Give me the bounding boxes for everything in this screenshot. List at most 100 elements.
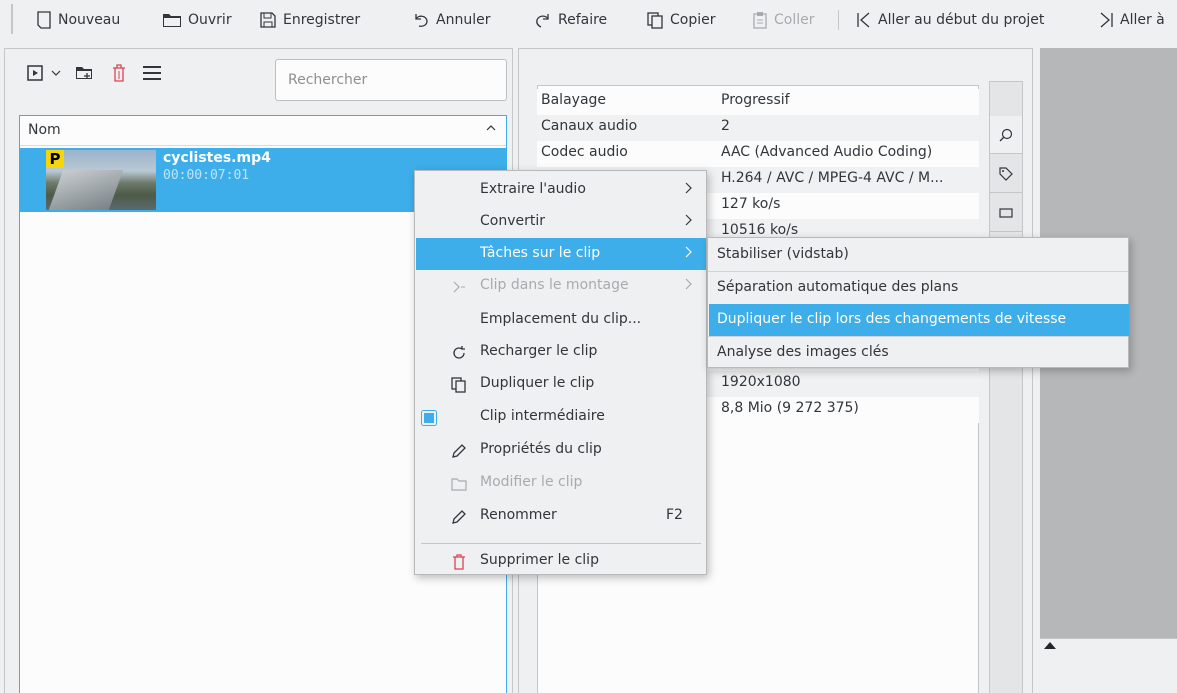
- menu-item-label: Dupliquer le clip: [480, 375, 595, 391]
- tag-icon: [999, 166, 1013, 181]
- menu-item-label: Emplacement du clip...: [480, 311, 642, 327]
- delete-clip-button[interactable]: [109, 62, 129, 84]
- tab-file-info[interactable]: [990, 116, 1022, 154]
- save-button[interactable]: Enregistrer: [259, 8, 360, 32]
- submenu-item-label: Séparation automatique des plans: [717, 279, 959, 295]
- submenu-item-label: Stabiliser (vidstab): [717, 246, 849, 262]
- new-document-icon: [37, 11, 51, 29]
- column-header-name[interactable]: Nom: [20, 116, 506, 146]
- menu-item-label: Modifier le clip: [480, 474, 583, 490]
- open-button[interactable]: Ouvrir: [162, 8, 232, 32]
- menu-item-duplicate-clip[interactable]: Dupliquer le clip: [416, 368, 706, 400]
- property-value: 10516 ko/s: [721, 222, 799, 238]
- property-value: H.264 / AVC / MPEG-4 AVC / M...: [721, 170, 944, 186]
- chevron-down-icon: [51, 70, 61, 76]
- menu-item-label: Extraire l'audio: [480, 181, 586, 197]
- menu-item-shortcut: F2: [666, 507, 683, 523]
- new-button-label: Nouveau: [58, 12, 121, 28]
- chevron-right-icon: [685, 246, 692, 258]
- go-end-icon: [1100, 12, 1113, 28]
- submenu-item-stabilize[interactable]: Stabiliser (vidstab): [709, 239, 1129, 271]
- go-to-end-label: Aller à: [1120, 12, 1165, 28]
- redo-icon: [536, 14, 549, 28]
- menu-item-clip-properties[interactable]: Propriétés du clip: [416, 434, 706, 466]
- property-value: 1920x1080: [721, 374, 801, 390]
- submenu-item-keyframe-analysis[interactable]: Analyse des images clés: [709, 337, 1129, 369]
- undo-button[interactable]: Annuler: [412, 8, 490, 32]
- checkbox-checked-icon: [420, 409, 438, 427]
- clip-duration: 00:00:07:01: [163, 168, 250, 183]
- menu-item-label: Renommer: [480, 507, 557, 523]
- copy-icon: [647, 12, 663, 29]
- menu-item-rename[interactable]: Renommer F2: [416, 500, 706, 532]
- menu-item-delete-clip[interactable]: Supprimer le clip: [416, 545, 706, 577]
- playhead-marker[interactable]: [1044, 642, 1056, 649]
- menu-item-label: Clip dans le montage: [480, 277, 629, 293]
- bin-menu-button[interactable]: [141, 63, 163, 83]
- go-to-end-button[interactable]: Aller à: [1098, 8, 1165, 32]
- paste-button[interactable]: Coller: [752, 8, 815, 32]
- clip-name: cyclistes.mp4: [163, 150, 271, 166]
- menu-item-convert[interactable]: Convertir: [416, 206, 706, 238]
- property-key: Codec audio: [541, 144, 628, 160]
- monitor-ruler[interactable]: [1040, 638, 1177, 693]
- property-row: Codec audio AAC (Advanced Audio Coding): [537, 141, 979, 167]
- submenu-item-label: Analyse des images clés: [717, 344, 889, 360]
- add-folder-button[interactable]: [73, 63, 95, 83]
- open-button-label: Ouvrir: [188, 12, 232, 28]
- copy-button[interactable]: Copier: [646, 8, 716, 32]
- main-toolbar: Nouveau Ouvrir Enregistrer Annuler Refai…: [0, 0, 1177, 38]
- pencil-icon: [450, 442, 468, 460]
- menu-item-clip-location[interactable]: Emplacement du clip...: [416, 304, 706, 336]
- menu-separator: [421, 543, 701, 544]
- undo-button-label: Annuler: [436, 12, 491, 28]
- menu-item-label: Propriétés du clip: [480, 441, 602, 457]
- redo-button-label: Refaire: [558, 12, 608, 28]
- folder-open-icon: [163, 14, 181, 27]
- copy-button-label: Copier: [670, 12, 716, 28]
- go-to-start-button[interactable]: Aller au début du projet: [856, 8, 1044, 32]
- menu-item-edit-clip[interactable]: Modifier le clip: [416, 467, 706, 499]
- clip-context-menu: Extraire l'audio Convertir Tâches sur le…: [414, 170, 707, 575]
- reload-icon: [450, 344, 468, 362]
- property-row: Balayage Progressif: [537, 89, 979, 115]
- bin-search-input[interactable]: Rechercher: [275, 59, 507, 101]
- redo-button[interactable]: Refaire: [534, 8, 607, 32]
- search-icon: [999, 128, 1013, 141]
- menu-item-reload-clip[interactable]: Recharger le clip: [416, 336, 706, 368]
- folder-icon: [450, 475, 468, 493]
- clip-thumbnail: P: [46, 150, 156, 210]
- sort-chevron-up-icon: [486, 125, 496, 131]
- property-row: Canaux audio 2: [537, 115, 979, 141]
- menu-item-label: Recharger le clip: [480, 343, 598, 359]
- save-button-label: Enregistrer: [283, 12, 361, 28]
- property-value: 8,8 Mio (9 272 375): [721, 400, 859, 416]
- paste-icon: [753, 12, 767, 29]
- submenu-item-label: Dupliquer le clip lors des changements d…: [717, 311, 1067, 327]
- chevron-right-icon: [685, 182, 692, 194]
- menu-item-proxy-clip[interactable]: Clip intermédiaire: [416, 401, 706, 433]
- submenu-item-speed-duplicate[interactable]: Dupliquer le clip lors des changements d…: [709, 304, 1129, 336]
- menu-item-clip-jobs[interactable]: Tâches sur le clip: [416, 238, 706, 270]
- add-clip-menu-button[interactable]: [25, 63, 45, 83]
- new-button[interactable]: Nouveau: [36, 8, 120, 32]
- menu-item-clip-in-timeline[interactable]: Clip dans le montage: [416, 270, 706, 302]
- rectangle-icon: [999, 207, 1013, 218]
- toolbar-grip[interactable]: [11, 4, 13, 34]
- clip-jobs-submenu: Stabiliser (vidstab) Séparation automati…: [707, 237, 1129, 368]
- property-value: 2: [721, 118, 730, 134]
- tab-frame[interactable]: [990, 194, 1022, 232]
- add-clip-icon: [27, 65, 43, 81]
- tab-markers[interactable]: [990, 155, 1022, 193]
- add-clip-dropdown[interactable]: [49, 65, 63, 81]
- chevron-right-icon: [685, 214, 692, 226]
- go-start-icon: [857, 12, 870, 28]
- save-icon: [260, 12, 276, 28]
- menu-item-label: Supprimer le clip: [480, 552, 599, 568]
- submenu-item-scene-split[interactable]: Séparation automatique des plans: [709, 272, 1129, 304]
- chevron-right-icon: [685, 278, 692, 290]
- copy-icon: [450, 376, 468, 394]
- hamburger-menu-icon: [143, 66, 161, 80]
- undo-icon: [415, 14, 428, 27]
- menu-item-extract-audio[interactable]: Extraire l'audio: [416, 174, 706, 206]
